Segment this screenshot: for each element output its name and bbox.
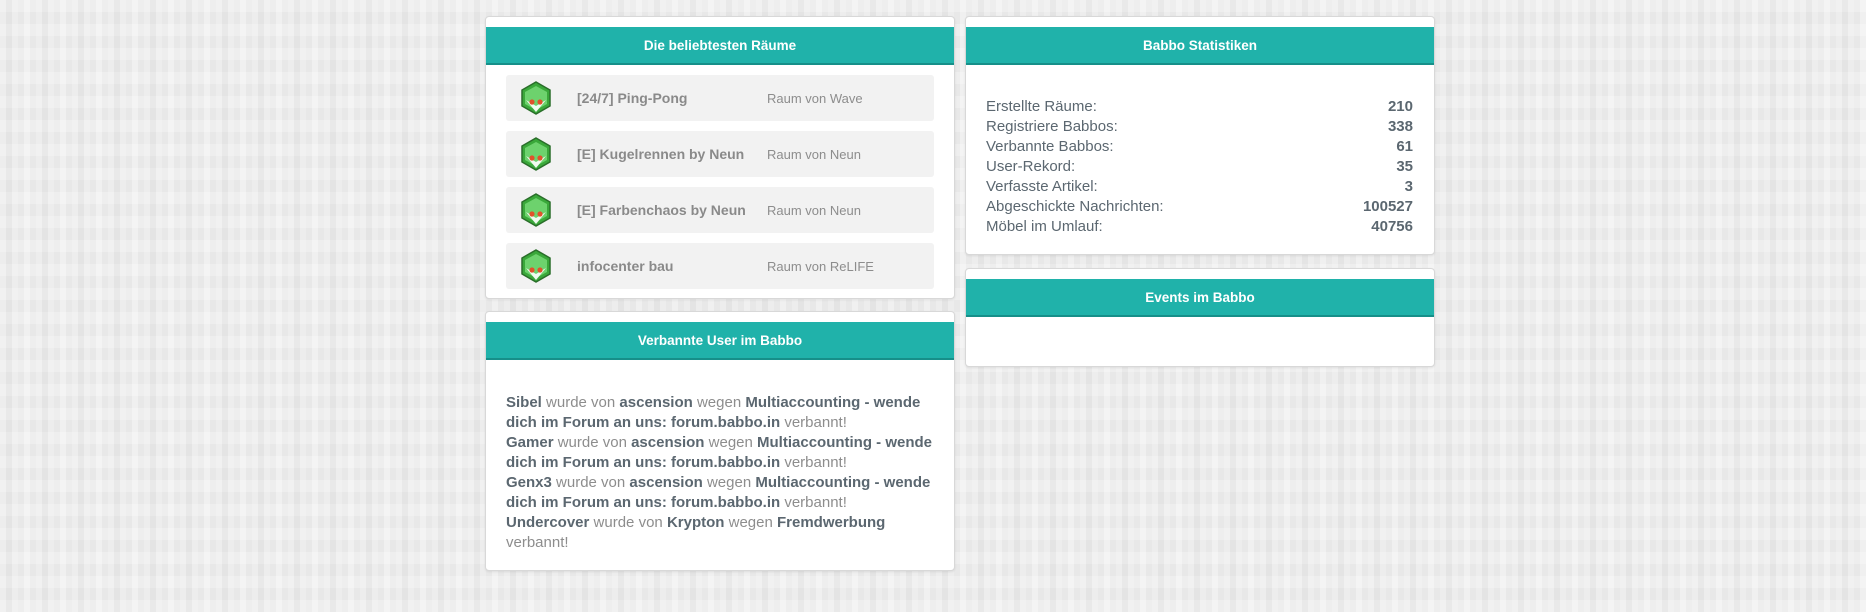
ban-moderator: ascension	[619, 394, 693, 411]
ban-text: verbannt!	[784, 494, 847, 511]
room-name: [E] Farbenchaos by Neun	[577, 202, 746, 218]
stat-value: 40756	[1371, 218, 1413, 235]
ban-text: wegen	[708, 434, 753, 451]
stat-value: 61	[1396, 138, 1413, 155]
stat-value: 100527	[1362, 198, 1413, 215]
banned-user: Undercover	[506, 514, 590, 531]
stats-list: Erstellte Räume: 210 Registriere Babbos:…	[966, 65, 1434, 237]
room-item[interactable]: [24/7] Ping-Pong Raum von Wave	[506, 75, 934, 121]
ban-entry: Undercover wurde von Krypton wegen Fremd…	[506, 513, 934, 553]
stat-value: 3	[1404, 178, 1413, 195]
stat-label: Möbel im Umlauf:	[986, 218, 1103, 235]
ban-entry: Sibel wurde von ascension wegen Multiacc…	[506, 393, 934, 433]
banned-users-panel: Verbannte User im Babbo Sibel wurde von …	[485, 311, 955, 571]
room-name: [E] Kugelrennen by Neun	[577, 146, 745, 162]
ban-text: wurde von	[593, 514, 663, 531]
room-item[interactable]: [E] Farbenchaos by Neun Raum von Neun	[506, 187, 934, 233]
stat-row: Registriere Babbos: 338	[986, 117, 1413, 137]
ban-text: wurde von	[546, 394, 616, 411]
ban-text: wegen	[706, 474, 752, 491]
ban-text: verbannt!	[506, 534, 569, 551]
room-icon	[521, 81, 551, 115]
ban-text: wurde von	[557, 434, 627, 451]
stat-row: Abgeschickte Nachrichten: 100527	[986, 197, 1413, 217]
room-owner: Raum von ReLIFE	[767, 258, 874, 274]
stat-label: Registriere Babbos:	[986, 118, 1118, 135]
stat-row: Verfasste Artikel: 3	[986, 177, 1413, 197]
banned-users-title: Verbannte User im Babbo	[486, 322, 954, 360]
ban-entry: Gamer wurde von ascension wegen Multiacc…	[506, 433, 934, 473]
stat-value: 338	[1387, 118, 1413, 135]
banned-list: Sibel wurde von ascension wegen Multiacc…	[486, 360, 954, 553]
stat-value: 35	[1396, 158, 1413, 175]
stat-label: User-Rekord:	[986, 158, 1076, 175]
room-icon	[521, 249, 551, 283]
stat-row: User-Rekord: 35	[986, 157, 1413, 177]
events-title: Events im Babbo	[966, 279, 1434, 317]
popular-rooms-title: Die beliebtesten Räume	[486, 27, 954, 65]
room-item[interactable]: [E] Kugelrennen by Neun Raum von Neun	[506, 131, 934, 177]
popular-rooms-panel: Die beliebtesten Räume [24/7] Ping-Pong …	[485, 16, 955, 299]
banned-user: Sibel	[506, 394, 542, 411]
room-item[interactable]: infocenter bau Raum von ReLIFE	[506, 243, 934, 289]
room-name: [24/7] Ping-Pong	[577, 90, 688, 106]
events-panel: Events im Babbo	[965, 268, 1435, 367]
ban-text: verbannt!	[784, 414, 847, 431]
ban-text: wegen	[696, 394, 742, 411]
ban-moderator: ascension	[631, 434, 705, 451]
ban-text: wurde von	[556, 474, 626, 491]
room-owner: Raum von Neun	[767, 146, 861, 162]
room-owner: Raum von Neun	[767, 202, 861, 218]
ban-entry: Genx3 wurde von ascension wegen Multiacc…	[506, 473, 934, 513]
ban-text: wegen	[728, 514, 773, 531]
room-name: infocenter bau	[577, 258, 674, 274]
room-icon	[521, 193, 551, 227]
ban-moderator: Krypton	[666, 514, 725, 531]
ban-reason: Fremdwerbung	[776, 514, 886, 531]
room-list: [24/7] Ping-Pong Raum von Wave [E] Kugel…	[486, 65, 954, 289]
stat-row: Möbel im Umlauf: 40756	[986, 217, 1413, 237]
stat-label: Abgeschickte Nachrichten:	[986, 198, 1164, 215]
stat-label: Erstellte Räume:	[986, 98, 1097, 115]
room-icon	[521, 137, 551, 171]
stat-label: Verbannte Babbos:	[986, 138, 1114, 155]
ban-moderator: ascension	[629, 474, 703, 491]
ban-text: verbannt!	[784, 454, 847, 471]
statistics-panel: Babbo Statistiken Erstellte Räume: 210 R…	[965, 16, 1435, 255]
banned-user: Genx3	[506, 474, 552, 491]
stat-label: Verfasste Artikel:	[986, 178, 1098, 195]
banned-user: Gamer	[506, 434, 554, 451]
room-owner: Raum von Wave	[767, 90, 863, 106]
stat-value: 210	[1387, 98, 1413, 115]
stat-row: Erstellte Räume: 210	[986, 97, 1413, 117]
stat-row: Verbannte Babbos: 61	[986, 137, 1413, 157]
statistics-title: Babbo Statistiken	[966, 27, 1434, 65]
